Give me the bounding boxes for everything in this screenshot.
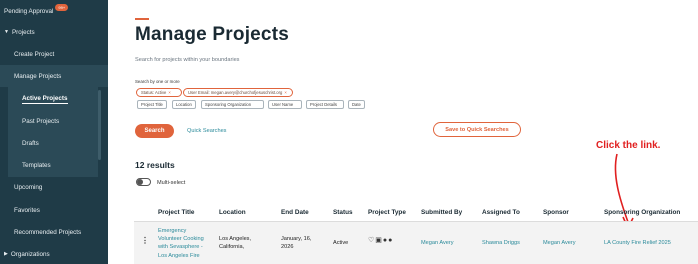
filter-option-project-title[interactable]: Project Title bbox=[137, 100, 167, 109]
filter-chip-status[interactable]: Status: Active × bbox=[136, 88, 182, 97]
sidebar-item-templates[interactable]: Templates bbox=[0, 154, 108, 176]
app-frame: Pending Approval 99+ ▼ Projects Create P… bbox=[0, 0, 698, 264]
quick-searches-link[interactable]: Quick Searches bbox=[187, 128, 226, 134]
close-icon[interactable]: × bbox=[284, 90, 286, 95]
sidebar-item-label: Active Projects bbox=[22, 94, 68, 104]
project-title-link[interactable]: Emergency Volunteer Cooking with Sevasph… bbox=[158, 227, 204, 260]
sidebar-item-create-project[interactable]: Create Project bbox=[0, 43, 108, 65]
sidebar-item-organizations[interactable]: ▶ Organizations bbox=[0, 243, 108, 264]
location-line: California, bbox=[219, 244, 245, 251]
column-header-sponsor[interactable]: Sponsor bbox=[543, 209, 569, 216]
sidebar-item-upcoming[interactable]: Upcoming bbox=[0, 176, 108, 198]
filter-option-user-name[interactable]: User Name bbox=[268, 100, 302, 109]
column-header-assigned-to[interactable]: Assigned To bbox=[482, 209, 520, 216]
column-header-location[interactable]: Location bbox=[219, 209, 246, 216]
status-cell: Active bbox=[333, 240, 349, 246]
sidebar-item-pending-approval[interactable]: Pending Approval 99+ bbox=[0, 0, 108, 22]
sidebar-item-recommended-projects[interactable]: Recommended Projects bbox=[0, 221, 108, 243]
sidebar-item-label: Favorites bbox=[14, 206, 40, 214]
sidebar-item-active-projects[interactable]: Active Projects bbox=[0, 88, 108, 110]
title-line: Volunteer Cooking bbox=[158, 236, 204, 243]
assigned-to-link[interactable]: Shawna Driggs bbox=[482, 239, 520, 247]
results-count: 12 results bbox=[135, 160, 175, 170]
sidebar-item-label: Projects bbox=[11, 28, 35, 36]
sidebar-scrollbar[interactable] bbox=[98, 90, 101, 160]
chip-label: User Email: megan.avery@churchofjesuschr… bbox=[188, 90, 283, 95]
sidebar-item-label: Upcoming bbox=[14, 183, 43, 191]
sidebar-item-manage-projects[interactable]: Manage Projects bbox=[0, 65, 108, 87]
filter-chip-user-email[interactable]: User Email: megan.avery@churchofjesuschr… bbox=[183, 88, 293, 97]
close-icon[interactable]: × bbox=[168, 90, 170, 95]
sidebar-item-label: Organizations bbox=[10, 250, 50, 258]
toggle-knob bbox=[137, 179, 143, 185]
end-date-line: January, 16, bbox=[281, 236, 312, 242]
search-button[interactable]: Search bbox=[135, 124, 174, 138]
group-icon: ●● bbox=[382, 237, 394, 244]
chevron-down-icon: ▼ bbox=[4, 29, 9, 35]
instruction-annotation: Click the link. bbox=[596, 140, 661, 151]
title-accent-bar bbox=[135, 18, 149, 20]
end-date-line: 2026 bbox=[281, 244, 294, 251]
sidebar-item-drafts[interactable]: Drafts bbox=[0, 132, 108, 154]
location-line: Los Angeles, bbox=[219, 236, 252, 242]
sidebar-item-label: Drafts bbox=[22, 139, 39, 147]
title-line: Los Angeles Fire bbox=[158, 252, 200, 259]
sidebar: Pending Approval 99+ ▼ Projects Create P… bbox=[0, 0, 108, 264]
column-header-submitted-by[interactable]: Submitted By bbox=[421, 209, 462, 216]
pending-count-badge: 99+ bbox=[55, 3, 69, 11]
chip-label: Status: Active bbox=[141, 90, 167, 95]
sponsoring-organization-link[interactable]: LA County Fire Relief 2025 bbox=[604, 239, 671, 247]
sidebar-item-label: Recommended Projects bbox=[14, 228, 82, 236]
sidebar-item-label: Templates bbox=[22, 161, 51, 169]
title-line: Emergency bbox=[158, 228, 187, 234]
column-header-sponsoring-organization[interactable]: Sponsoring Organization bbox=[604, 209, 680, 216]
column-header-project-type[interactable]: Project Type bbox=[368, 209, 406, 216]
sidebar-item-label: Manage Projects bbox=[14, 72, 62, 80]
sidebar-item-label: Past Projects bbox=[22, 117, 60, 125]
search-by-label: Search by one or more bbox=[135, 79, 180, 84]
filter-option-date[interactable]: Date bbox=[348, 100, 365, 109]
multi-select-label: Multi-select bbox=[157, 180, 186, 186]
page-title: Manage Projects bbox=[135, 24, 289, 45]
sidebar-item-favorites[interactable]: Favorites bbox=[0, 199, 108, 221]
filter-option-project-details[interactable]: Project Details bbox=[306, 100, 344, 109]
sidebar-item-label: Create Project bbox=[14, 50, 55, 58]
filter-option-location[interactable]: Location bbox=[172, 100, 196, 109]
end-date-cell: January, 16, 2026 bbox=[281, 235, 311, 251]
save-to-quick-searches-button[interactable]: Save to Quick Searches bbox=[433, 122, 521, 137]
column-header-status[interactable]: Status bbox=[333, 209, 353, 216]
sidebar-item-projects[interactable]: ▼ Projects bbox=[0, 21, 108, 43]
filter-option-sponsoring-organization[interactable]: Sponsoring Organization bbox=[201, 100, 264, 109]
kebab-menu-icon[interactable]: ⋮ bbox=[141, 236, 149, 245]
page-subtitle: Search for projects within your boundari… bbox=[135, 57, 240, 63]
sidebar-item-past-projects[interactable]: Past Projects bbox=[0, 110, 108, 132]
project-type-icons: ♡▣●● bbox=[368, 236, 393, 244]
title-line: with Sevasphere - bbox=[158, 244, 203, 251]
column-header-end-date[interactable]: End Date bbox=[281, 209, 309, 216]
sidebar-item-label: Pending Approval bbox=[4, 7, 54, 15]
column-header-project-title[interactable]: Project Title bbox=[158, 209, 194, 216]
submitted-by-link[interactable]: Megan Avery bbox=[421, 239, 454, 247]
sponsor-link[interactable]: Megan Avery bbox=[543, 239, 576, 247]
chevron-right-icon: ▶ bbox=[4, 251, 8, 257]
multi-select-toggle[interactable] bbox=[136, 178, 151, 186]
location-cell: Los Angeles, California, bbox=[219, 235, 251, 251]
screen-icon: ▣ bbox=[375, 237, 383, 244]
